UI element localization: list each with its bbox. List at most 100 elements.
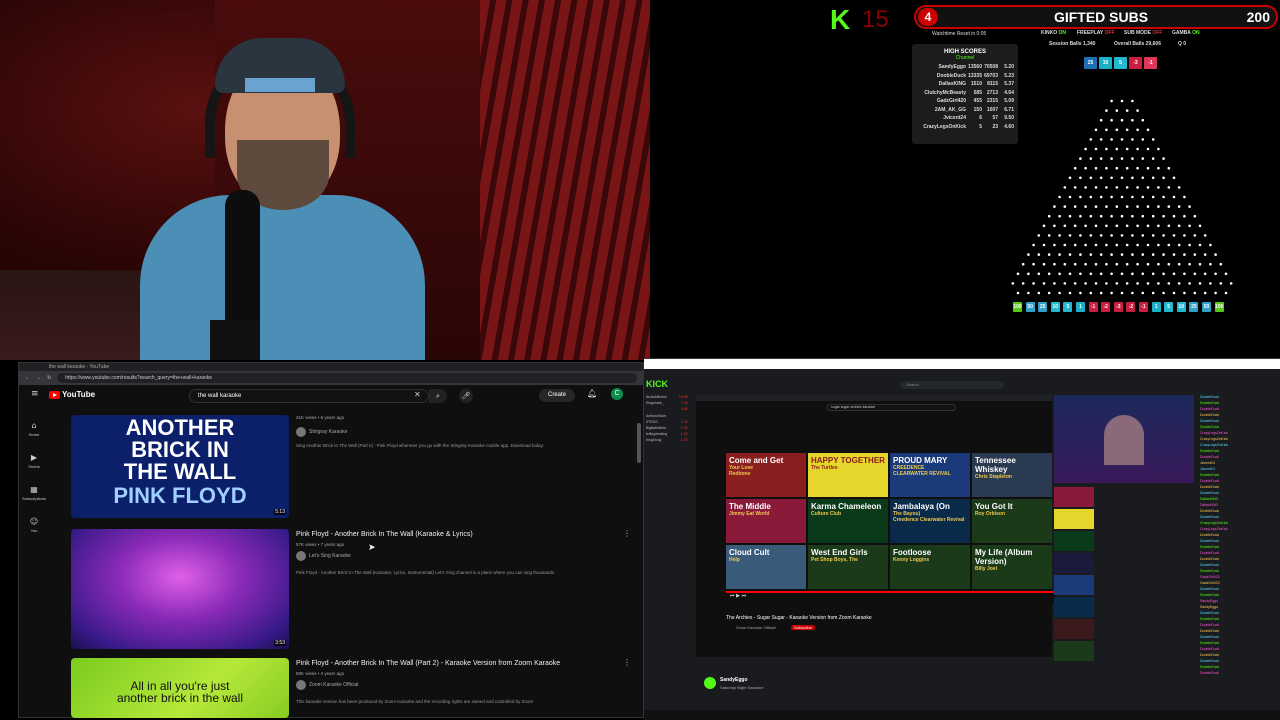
sidebar-item-you[interactable]: ☺ You	[19, 511, 49, 543]
plinko-peg	[1125, 205, 1129, 208]
notifications-bell-icon[interactable]: 🔔︎	[587, 389, 597, 398]
video-title[interactable]: Pink Floyd - Another Brick In The Wall (…	[296, 531, 473, 538]
mouse-cursor-icon: ➤	[368, 543, 376, 553]
plinko-peg	[1151, 195, 1155, 199]
karaoke-tile[interactable]: Cloud Cult Help	[726, 545, 806, 589]
plinko-peg	[1115, 262, 1119, 266]
tile-text: Cloud Cult	[729, 548, 770, 557]
plinko-peg	[1167, 186, 1171, 189]
subscribe-button[interactable]: Subscribe	[791, 625, 815, 630]
streamer-name[interactable]: SandyEggo	[720, 677, 748, 683]
karaoke-tile[interactable]: You Got It Roy Orbison	[972, 499, 1052, 543]
youtube-logo[interactable]: YouTube	[49, 390, 95, 399]
next-icon[interactable]: ⏭	[742, 593, 747, 599]
video-thumbnail[interactable]: All in all you're just another brick in …	[71, 658, 289, 718]
karaoke-tile[interactable]: Come and Get Your Love Redbone	[726, 453, 806, 497]
menu-icon[interactable]: ≡	[31, 389, 39, 399]
plinko-peg	[1131, 214, 1134, 218]
back-icon[interactable]: ←	[25, 375, 30, 381]
karaoke-tile[interactable]: Karma Chameleon Culture Club	[808, 499, 888, 543]
create-button[interactable]: Create	[539, 389, 575, 402]
embedded-search-input[interactable]: sugar sugar archies karaoke	[826, 404, 956, 411]
related-video[interactable]	[1054, 575, 1194, 595]
sidebar-item-shorts[interactable]: ▶ Shorts	[19, 447, 49, 479]
plinko-peg	[1120, 253, 1124, 256]
plinko-peg	[1089, 157, 1093, 160]
karaoke-tile[interactable]: PROUD MARY CREEDENCE CLEARWATER REVIVAL	[890, 453, 970, 497]
video-thumbnail[interactable]: 3:53	[71, 529, 289, 649]
plinko-peg	[1141, 118, 1145, 122]
bottom-multiplier: 50	[1025, 302, 1035, 312]
plinko-peg	[1110, 118, 1113, 122]
video-channel[interactable]: Stingray Karaoke	[296, 427, 347, 437]
related-video[interactable]	[1054, 641, 1194, 661]
video-title[interactable]: Pink Floyd - Another Brick In The Wall (…	[296, 660, 560, 667]
plinko-peg	[1177, 224, 1181, 228]
video-channel[interactable]: Let's Sing Karaoke	[296, 551, 351, 561]
high-score-row: DallasKING 1510 8115 5.37	[912, 80, 1018, 89]
karaoke-tile[interactable]: Tennessee Whiskey Chris Stapleton	[972, 453, 1052, 497]
more-options-icon[interactable]: ⋮	[623, 529, 631, 538]
related-video[interactable]	[1054, 553, 1194, 573]
related-video[interactable]	[1054, 509, 1194, 529]
video-player-controls[interactable]: ⏮ ▶ ⏭	[726, 591, 1056, 603]
voice-search-icon[interactable]: 🎤︎	[459, 389, 473, 403]
clear-search-icon[interactable]: ✕	[414, 390, 421, 399]
kick-site-logo[interactable]: KICK	[646, 379, 668, 389]
play-icon[interactable]: ▶	[736, 593, 740, 599]
video-result[interactable]: ANOTHER BRICK IN THE WALL PINK FLOYD 5:1…	[71, 415, 631, 520]
plinko-peg	[1167, 224, 1171, 228]
plinko-peg	[1183, 272, 1186, 276]
player-channel[interactable]: Zoom Karaoke Official	[736, 625, 776, 630]
karaoke-tile[interactable]: Jambalaya (On The Bayou) Creedence Clearwa…	[890, 499, 970, 543]
related-thumbnail	[1054, 553, 1094, 573]
karaoke-tile[interactable]: Footloose Kenny Loggins	[890, 545, 970, 589]
streamer-avatar[interactable]	[704, 677, 716, 689]
karaoke-tile[interactable]: HAPPY TOGETHER The Turtles	[808, 453, 888, 497]
kick-channel-item[interactable]: KingDong 1.1K	[644, 438, 690, 444]
prev-icon[interactable]: ⏮	[730, 593, 735, 599]
scrollbar[interactable]	[637, 423, 641, 463]
plinko-peg	[1084, 166, 1087, 170]
score-value: 23	[992, 123, 998, 130]
search-input[interactable]: the wall karaoke	[189, 389, 429, 403]
forward-icon[interactable]: →	[36, 375, 41, 381]
karaoke-tile[interactable]: My Life (Album Version) Billy Joel	[972, 545, 1052, 589]
karaoke-tile[interactable]: West End Girls Pet Shop Boys, The	[808, 545, 888, 589]
tile-text: Pet Shop Boys, The	[811, 557, 858, 563]
karaoke-tile[interactable]: The Middle Jimmy Eat World	[726, 499, 806, 543]
plinko-peg	[1198, 224, 1202, 228]
plinko-peg	[1037, 272, 1041, 276]
plinko-peg	[1089, 272, 1093, 276]
video-meta: 89K views • 4 years ago	[296, 671, 345, 676]
reload-icon[interactable]: ↻	[47, 375, 51, 381]
related-video[interactable]	[1054, 531, 1194, 551]
avatar[interactable]: C	[611, 388, 623, 400]
url-field[interactable]: https://www.youtube.com/results?search_q…	[57, 373, 637, 383]
video-result[interactable]: All in all you're just another brick in …	[71, 658, 631, 718]
video-thumbnail[interactable]: ANOTHER BRICK IN THE WALL PINK FLOYD 5:1…	[71, 415, 289, 518]
video-channel[interactable]: Zoom Karaoke Official	[296, 680, 358, 690]
sidebar-item-subscriptions[interactable]: ▦ Subscriptions	[19, 479, 49, 511]
tile-text: Tennessee Whiskey	[975, 456, 1016, 474]
related-video[interactable]	[1054, 597, 1194, 617]
video-result[interactable]: 3:53 Pink Floyd - Another Brick In The W…	[71, 529, 631, 651]
kick-search-input[interactable]: Search	[900, 381, 1004, 389]
score-value: 585	[973, 89, 982, 96]
plinko-peg	[1136, 282, 1139, 285]
search-icon[interactable]: ⌕	[429, 389, 447, 403]
more-options-icon[interactable]: ⋮	[623, 658, 631, 667]
browser-tab[interactable]: the wall karaoke - YouTube	[19, 363, 643, 371]
related-video[interactable]	[1054, 619, 1194, 639]
plinko-peg	[1047, 253, 1051, 256]
top-multiplier: -1	[1144, 57, 1157, 69]
plinko-peg	[1167, 243, 1171, 247]
related-video[interactable]	[1054, 487, 1194, 507]
sidebar-item-home[interactable]: ⌂ Home	[19, 415, 49, 447]
channel-avatar	[296, 427, 306, 437]
session-balls: Session Balls 1,340	[1049, 41, 1096, 47]
mic-arm	[210, 320, 260, 360]
youtube-play-icon	[49, 390, 60, 399]
status-label: KINKO	[1041, 30, 1059, 36]
bottom-multiplier: 5	[1063, 302, 1073, 312]
